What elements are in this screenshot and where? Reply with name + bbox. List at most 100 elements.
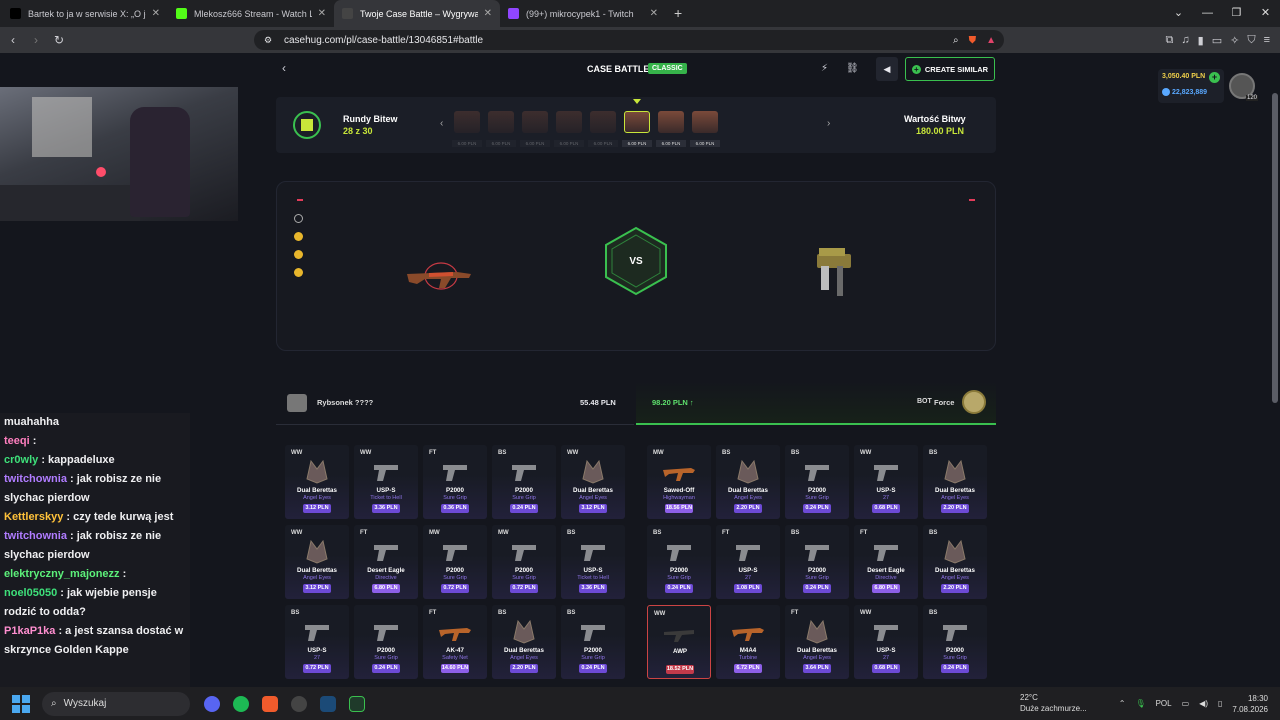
chat-username[interactable]: twitchownia (4, 473, 67, 485)
item-card[interactable]: FT Desert Eagle Directive 6.80 PLN (854, 525, 918, 599)
item-card[interactable]: FT Dual Berettas Angel Eyes 3.64 PLN (785, 605, 849, 679)
vpn-icon[interactable]: ⛉ (1247, 34, 1255, 47)
volume-icon[interactable]: ◀) (1199, 699, 1208, 708)
close-tab-icon[interactable]: ✕ (152, 8, 160, 19)
app-icon[interactable] (349, 695, 365, 712)
item-card[interactable]: WW USP-S 27 0.68 PLN (854, 605, 918, 679)
item-card[interactable]: WW Dual Berettas Angel Eyes 3.12 PLN (561, 445, 625, 519)
sidebar-icon[interactable]: ▮ (1198, 34, 1204, 47)
item-card[interactable]: M4A4 Turbine 6.72 PLN (716, 605, 780, 679)
chat-username[interactable]: teeqi (4, 435, 30, 447)
item-card[interactable]: MW P2000 Sure Grip 0.72 PLN (492, 525, 556, 599)
item-card[interactable]: WW AWP 18.52 PLN (647, 605, 711, 679)
spotify-icon[interactable] (233, 695, 249, 712)
case-thumbnail[interactable]: 6.00 PLN (588, 105, 618, 147)
case-thumbnail[interactable]: 6.00 PLN (486, 105, 516, 147)
media-icon[interactable]: ♫ (1181, 34, 1189, 46)
close-tab-icon[interactable]: ✕ (484, 8, 492, 19)
forward-icon[interactable]: › (26, 33, 46, 47)
minimize-button[interactable]: — (1193, 0, 1222, 27)
steam-icon[interactable] (320, 695, 336, 712)
emoji-icon[interactable] (294, 250, 303, 259)
close-tab-icon[interactable]: ✕ (650, 8, 658, 19)
close-window-button[interactable]: ✕ (1251, 0, 1280, 27)
item-card[interactable]: FT P2000 Sure Grip 0.36 PLN (423, 445, 487, 519)
player-avatar[interactable] (287, 394, 307, 412)
item-card[interactable]: BS P2000 Sure Grip 0.24 PLN (923, 605, 987, 679)
weather-widget[interactable]: 22°C Duże zachmurze... (1020, 692, 1087, 714)
item-card[interactable]: BS Dual Berettas Angel Eyes 2.20 PLN (492, 605, 556, 679)
brave-shield-icon[interactable]: ⛊ (969, 35, 977, 46)
maximize-button[interactable]: ❐ (1222, 0, 1251, 27)
item-card[interactable]: BS P2000 Sure Grip 0.24 PLN (785, 445, 849, 519)
chat-username[interactable]: elektryczny_majonezz (4, 568, 120, 580)
emoji-picker-icon[interactable] (294, 214, 303, 223)
item-card[interactable]: BS USP-S Ticket to Hell 3.36 PLN (561, 525, 625, 599)
cases-prev-icon[interactable]: ‹ (440, 118, 443, 129)
tray-expand-icon[interactable]: ⌃ (1119, 699, 1126, 708)
wallet-icon[interactable]: ▭ (1212, 34, 1222, 47)
taskbar-search[interactable]: ⌕ Wyszukaj (42, 691, 190, 716)
item-card[interactable]: FT AK-47 Safety Net 14.60 PLN (423, 605, 487, 679)
chat-username[interactable]: P1kaP1ka (4, 625, 55, 637)
user-avatar[interactable]: 120 (1229, 73, 1258, 101)
cases-next-icon[interactable]: › (827, 118, 830, 129)
obs-icon[interactable] (291, 695, 307, 712)
clock[interactable]: 18:30 7.08.2026 (1232, 693, 1268, 715)
item-card[interactable]: BS P2000 Sure Grip 0.24 PLN (647, 525, 711, 599)
browser-tab[interactable]: (99+) mikrocypek1 - Twitch ✕ (500, 0, 666, 27)
case-thumbnail[interactable]: 6.00 PLN (656, 105, 686, 147)
mute-button[interactable]: ◀ (876, 57, 898, 81)
back-arrow-icon[interactable]: ‹ (282, 61, 286, 75)
case-thumbnail[interactable]: 6.00 PLN (452, 105, 482, 147)
chat-username[interactable]: noel05050 (4, 587, 57, 599)
case-thumbnail[interactable]: 6.00 PLN (690, 105, 720, 147)
item-card[interactable]: BS USP-S 27 0.72 PLN (285, 605, 349, 679)
site-info-icon[interactable]: ⚙ (264, 35, 272, 46)
reload-icon[interactable]: ↻ (49, 33, 69, 47)
emoji-icon[interactable] (294, 268, 303, 277)
mic-icon[interactable]: 🎙 (1135, 699, 1145, 708)
battery-icon[interactable]: ▯ (1218, 699, 1222, 708)
item-card[interactable]: WW USP-S 27 0.68 PLN (854, 445, 918, 519)
browser-tab[interactable]: Bartek to ja w serwisie X: „O jezu ktos ✕ (2, 0, 168, 27)
rewards-icon[interactable]: ▲ (986, 35, 996, 46)
item-card[interactable]: FT Desert Eagle Directive 6.80 PLN (354, 525, 418, 599)
item-card[interactable]: WW USP-S Ticket to Hell 3.36 PLN (354, 445, 418, 519)
brave-icon[interactable] (262, 695, 278, 712)
tab-list-icon[interactable]: ⌄ (1164, 0, 1193, 27)
chat-username[interactable]: twitchownia (4, 530, 67, 542)
address-bar[interactable]: ⚙ casehug.com/pl/case-battle/13046851#ba… (254, 30, 1004, 50)
leo-icon[interactable]: ✧ (1230, 34, 1239, 47)
chat-username[interactable]: Kettlerskyy (4, 511, 63, 523)
wallet-widget[interactable]: 3,050.40 PLN + 22,823,889 (1158, 69, 1224, 103)
zoom-icon[interactable]: ⌕ (953, 35, 959, 46)
item-card[interactable]: P2000 Sure Grip 0.24 PLN (354, 605, 418, 679)
back-icon[interactable]: ‹ (3, 33, 23, 47)
browser-tab[interactable]: Twoje Case Battle – Wygrywaj ✕ (334, 0, 500, 27)
menu-icon[interactable]: ≡ (1264, 34, 1270, 46)
item-card[interactable]: BS Dual Berettas Angel Eyes 2.20 PLN (716, 445, 780, 519)
item-card[interactable]: MW P2000 Sure Grip 0.72 PLN (423, 525, 487, 599)
item-card[interactable]: WW Dual Berettas Angel Eyes 3.12 PLN (285, 445, 349, 519)
browser-tab[interactable]: Mlekosz666 Stream - Watch Live on ✕ (168, 0, 334, 27)
item-card[interactable]: BS P2000 Sure Grip 0.24 PLN (561, 605, 625, 679)
extensions-icon[interactable]: ⧉ (1166, 34, 1174, 47)
create-similar-button[interactable]: + CREATE SIMILAR (905, 57, 995, 81)
network-icon[interactable]: ▭ (1182, 699, 1190, 708)
new-tab-icon[interactable]: + (674, 0, 682, 27)
emoji-icon[interactable] (294, 232, 303, 241)
deposit-plus-icon[interactable]: + (1209, 72, 1220, 83)
close-tab-icon[interactable]: ✕ (318, 8, 326, 19)
case-thumbnail[interactable]: 6.00 PLN (554, 105, 584, 147)
item-card[interactable]: BS Dual Berettas Angel Eyes 2.20 PLN (923, 445, 987, 519)
windows-start-icon[interactable] (12, 694, 30, 713)
fast-forward-icon[interactable]: ⚡ (821, 63, 828, 74)
item-card[interactable]: BS P2000 Sure Grip 0.24 PLN (492, 445, 556, 519)
discord-icon[interactable] (204, 695, 220, 712)
item-card[interactable]: MW Sawed-Off Highwayman 18.56 PLN (647, 445, 711, 519)
chat-username[interactable]: cr0wly (4, 454, 38, 466)
link-icon[interactable]: ⛓ (846, 63, 859, 74)
item-card[interactable]: BS P2000 Sure Grip 0.24 PLN (785, 525, 849, 599)
item-card[interactable]: WW Dual Berettas Angel Eyes 3.12 PLN (285, 525, 349, 599)
